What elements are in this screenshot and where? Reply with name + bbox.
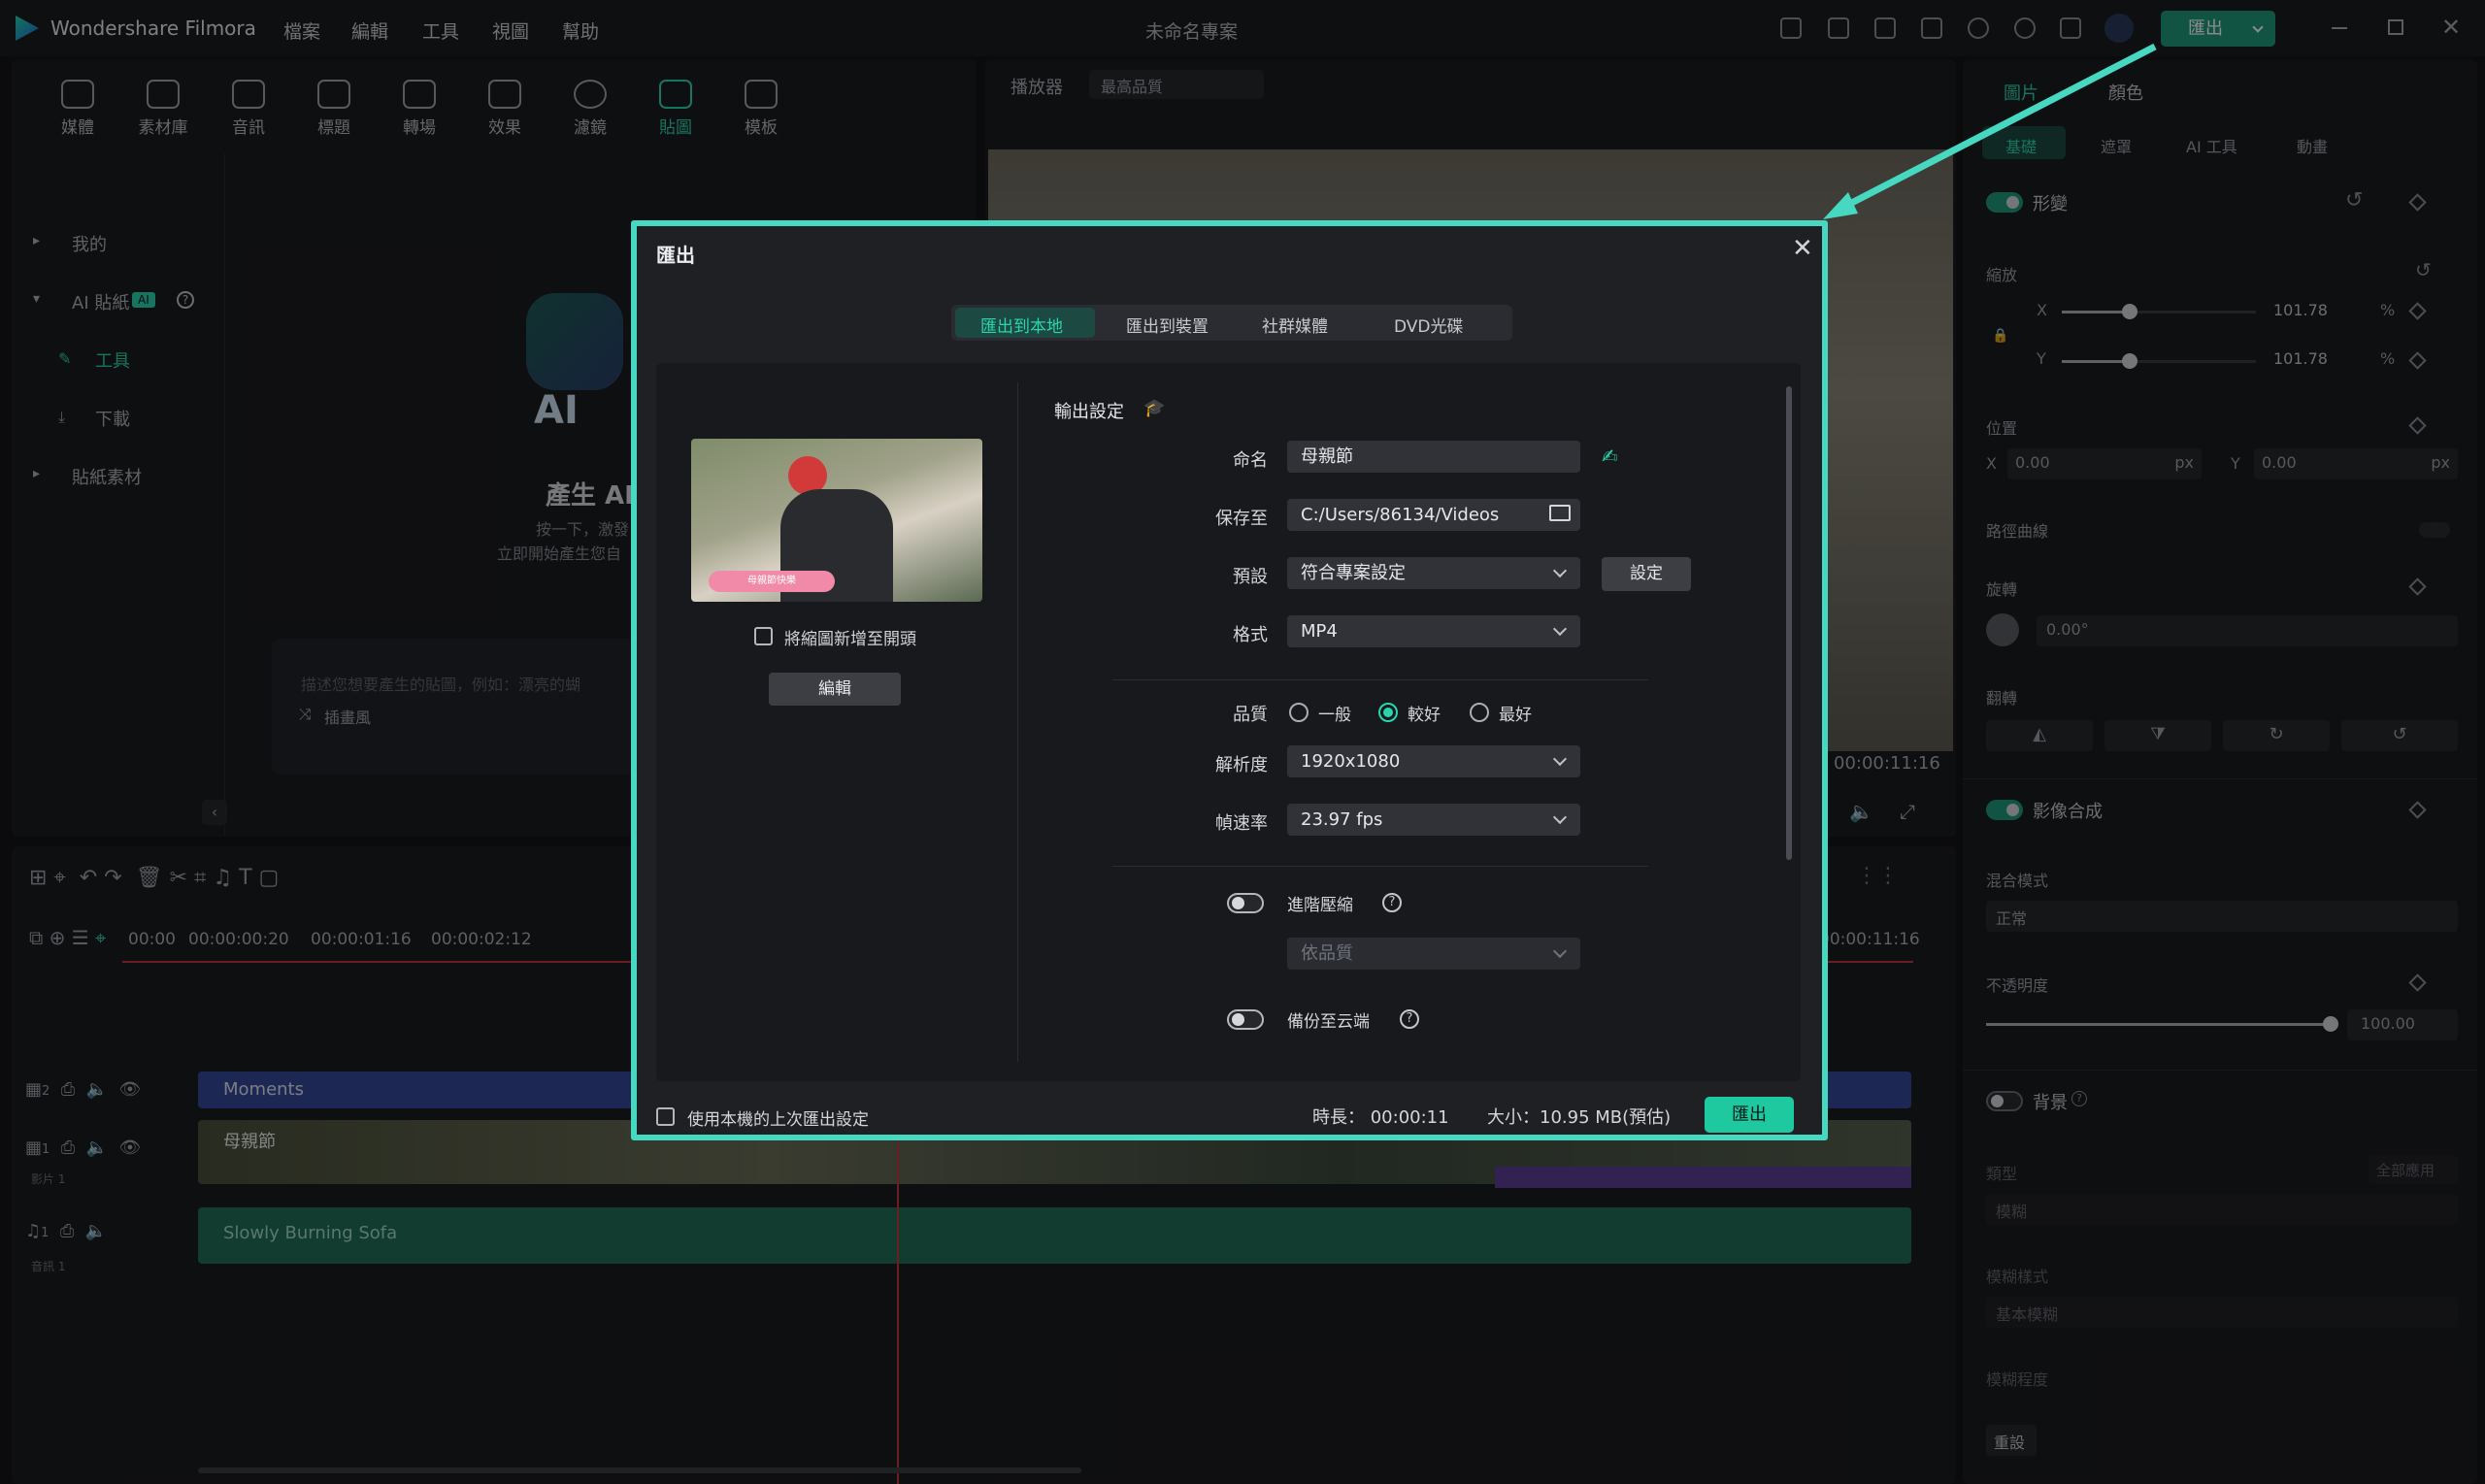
save-to-label: 保存至 (1215, 509, 1268, 529)
chevron-down-icon (1552, 943, 1568, 959)
quality-radio-normal[interactable] (1289, 703, 1309, 722)
cloud-backup-toggle[interactable] (1227, 1009, 1264, 1030)
quality-radio-best[interactable] (1470, 703, 1489, 722)
divider (1112, 866, 1648, 867)
tab-export-device[interactable]: 匯出到裝置 (1126, 313, 1209, 337)
resolution-select[interactable]: 1920x1080 (1287, 745, 1580, 777)
callout-arrow (1823, 43, 2157, 219)
size-estimate-text: 大小：10.95 MB(預估) (1487, 1107, 1672, 1128)
video-thumbnail: 母親節快樂 (691, 439, 982, 602)
quality-normal-label: 一般 (1318, 706, 1351, 725)
quality-radio-better[interactable] (1378, 703, 1398, 722)
help-icon[interactable]: ? (1400, 1009, 1419, 1029)
chevron-down-icon (1552, 751, 1568, 767)
framerate-select[interactable]: 23.97 fps (1287, 804, 1580, 836)
name-input[interactable]: 母親節 (1287, 441, 1580, 473)
edit-thumbnail-button[interactable]: 編輯 (769, 673, 901, 706)
export-content: 母親節快樂 將縮圖新增至開頭 編輯 輸出設定 🎓 命名 母親節 ✍ 保存至 C:… (656, 363, 1801, 1081)
output-settings-heading: 輸出設定 (1054, 402, 1124, 422)
quality-best-label: 最好 (1499, 706, 1532, 725)
thumbnail-checkbox-label: 將縮圖新增至開頭 (784, 630, 916, 649)
framerate-label: 幀速率 (1215, 813, 1268, 834)
help-icon[interactable]: ? (1382, 893, 1402, 912)
tab-dvd[interactable]: DVD光碟 (1394, 313, 1464, 337)
advanced-compression-label: 進階壓縮 (1287, 896, 1353, 915)
settings-scrollbar[interactable] (1786, 386, 1792, 860)
format-select[interactable]: MP4 (1287, 615, 1580, 647)
export-dialog: 匯出 ✕ 匯出到本地 匯出到裝置 社群媒體 DVD光碟 母親節快樂 將縮圖新增至… (631, 220, 1828, 1140)
dialog-title: 匯出 (656, 244, 695, 267)
quality-better-label: 較好 (1408, 706, 1441, 725)
ai-rename-icon[interactable]: ✍ (1602, 445, 1618, 468)
divider (1017, 382, 1018, 1062)
preset-label: 預設 (1233, 567, 1268, 587)
thumbnail-checkbox[interactable] (754, 627, 773, 645)
format-label: 格式 (1233, 625, 1268, 645)
use-last-settings-label: 使用本機的上次匯出設定 (687, 1110, 869, 1130)
use-last-settings-checkbox[interactable] (656, 1107, 675, 1126)
advanced-compression-toggle[interactable] (1227, 893, 1264, 913)
resolution-label: 解析度 (1215, 755, 1268, 775)
graduation-cap-icon[interactable]: 🎓 (1143, 398, 1165, 418)
divider (1112, 679, 1648, 680)
folder-icon[interactable] (1549, 505, 1571, 521)
duration-text: 時長： 00:00:11 (1312, 1107, 1449, 1128)
dialog-close-icon[interactable]: ✕ (1792, 234, 1813, 263)
chevron-down-icon (1552, 621, 1568, 637)
tab-social-media[interactable]: 社群媒體 (1262, 313, 1328, 337)
export-tab-group: 匯出到本地 匯出到裝置 社群媒體 DVD光碟 (951, 305, 1512, 341)
name-label: 命名 (1233, 450, 1268, 471)
preset-settings-button[interactable]: 設定 (1602, 557, 1691, 591)
quality-label: 品質 (1233, 705, 1268, 725)
preset-select[interactable]: 符合專案設定 (1287, 557, 1580, 589)
tab-export-local[interactable]: 匯出到本地 (980, 313, 1063, 337)
chevron-down-icon (1552, 809, 1568, 825)
cloud-backup-label: 備份至云端 (1287, 1012, 1370, 1032)
thumbnail-banner: 母親節快樂 (709, 571, 835, 592)
dialog-export-button[interactable]: 匯出 (1705, 1097, 1794, 1133)
chevron-down-icon (1552, 563, 1568, 578)
save-path-input[interactable]: C:/Users/86134/Videos (1287, 499, 1580, 531)
advanced-compression-select: 依品質 (1287, 938, 1580, 970)
